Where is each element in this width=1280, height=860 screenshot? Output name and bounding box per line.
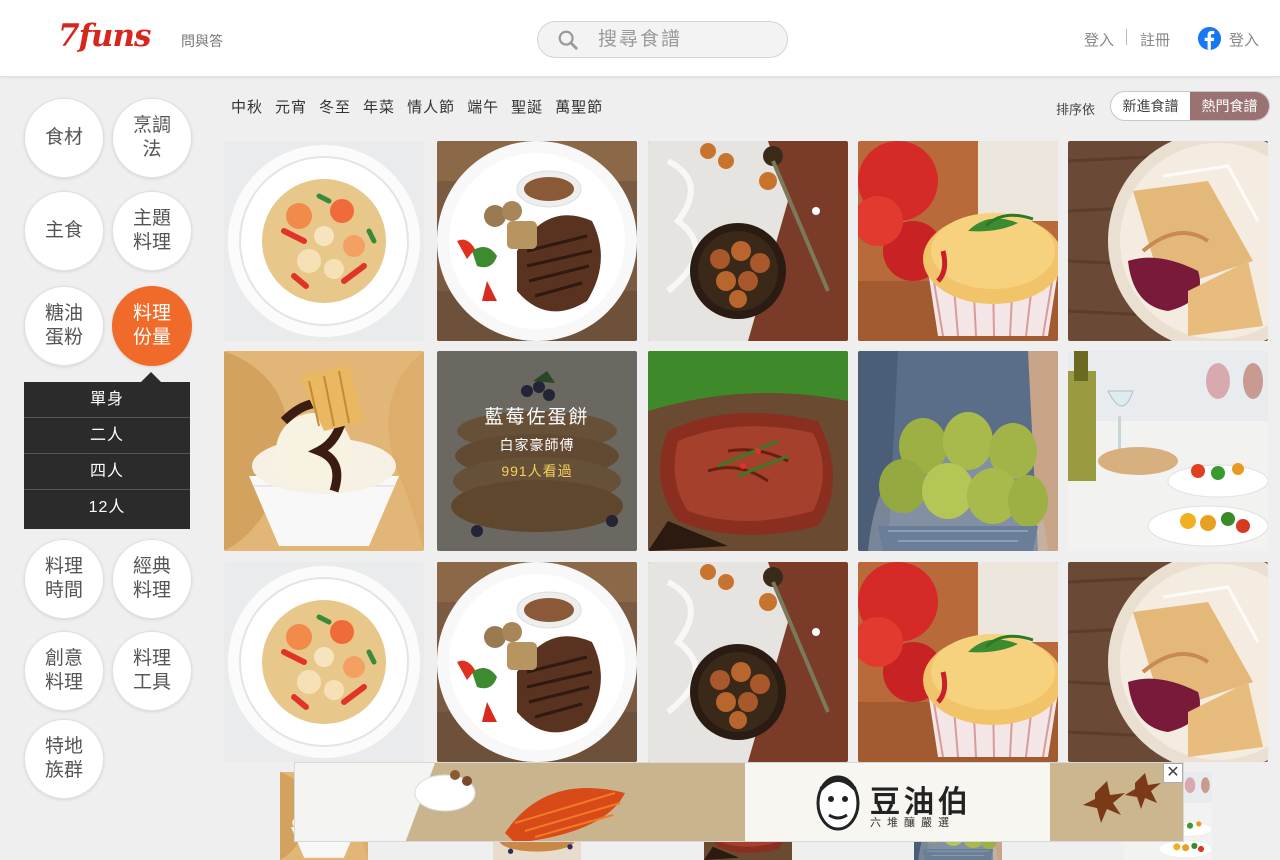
sort-newest-button[interactable]: 新進食譜 bbox=[1111, 92, 1190, 120]
recipe-card-ice-cream[interactable] bbox=[224, 351, 424, 551]
holiday-valentine[interactable]: 情人節 bbox=[407, 96, 455, 117]
category-servings[interactable]: 料理 份量 bbox=[112, 286, 192, 366]
ad-close-button[interactable]: ✕ bbox=[1163, 763, 1183, 783]
holiday-lantern[interactable]: 元宵 bbox=[275, 96, 307, 117]
holiday-halloween[interactable]: 萬聖節 bbox=[555, 96, 603, 117]
search-icon[interactable] bbox=[557, 29, 579, 51]
ad-brand-face-icon bbox=[816, 775, 860, 831]
sort-popular-button[interactable]: 熱門食譜 bbox=[1190, 92, 1269, 120]
submenu-item-four[interactable]: 四人 bbox=[24, 454, 190, 490]
category-cooking-time[interactable]: 料理 時間 bbox=[24, 539, 104, 619]
top-header: 7funs 問與答 登入 註冊 登入 bbox=[0, 0, 1280, 77]
recipe-card-dinner-table[interactable] bbox=[1068, 351, 1268, 551]
recipe-title: 藍莓佐蛋餅 bbox=[484, 406, 590, 428]
category-classic[interactable]: 經典 料理 bbox=[112, 539, 192, 619]
holiday-mid-autumn[interactable]: 中秋 bbox=[231, 96, 263, 117]
recipe-card-pears[interactable] bbox=[858, 351, 1058, 551]
submenu-item-two[interactable]: 二人 bbox=[24, 418, 190, 454]
category-cooking-method[interactable]: 烹調 法 bbox=[112, 98, 192, 178]
servings-submenu: 單身 二人 四人 12人 bbox=[24, 372, 190, 529]
recipe-card-meatballs[interactable] bbox=[648, 141, 848, 341]
login-link[interactable]: 登入 bbox=[1084, 29, 1114, 50]
holiday-dragon-boat[interactable]: 端午 bbox=[467, 96, 499, 117]
holiday-new-year[interactable]: 年菜 bbox=[363, 96, 395, 117]
header-divider bbox=[1126, 29, 1127, 45]
recipe-card-meatballs[interactable] bbox=[648, 562, 848, 762]
recipe-card-muffin[interactable] bbox=[858, 562, 1058, 762]
recipe-card-seafood-pasta[interactable] bbox=[224, 562, 424, 762]
category-tools[interactable]: 料理 工具 bbox=[112, 631, 192, 711]
recipe-card-crepe[interactable] bbox=[1068, 141, 1268, 341]
submenu-item-single[interactable]: 單身 bbox=[24, 382, 190, 418]
site-logo[interactable]: 7funs bbox=[58, 18, 151, 54]
category-theme[interactable]: 主題 料理 bbox=[112, 191, 192, 271]
holiday-nav: 中秋 元宵 冬至 年菜 情人節 端午 聖誕 萬聖節 bbox=[231, 96, 615, 117]
facebook-login-link[interactable]: 登入 bbox=[1229, 29, 1259, 50]
recipe-card-steak[interactable] bbox=[437, 562, 637, 762]
sort-label: 排序依 bbox=[1056, 102, 1096, 117]
holiday-winter-solstice[interactable]: 冬至 bbox=[319, 96, 351, 117]
submenu-item-twelve[interactable]: 12人 bbox=[24, 490, 190, 526]
recipe-card-muffin[interactable] bbox=[858, 141, 1058, 341]
recipe-chef: 白家豪師傅 bbox=[499, 436, 575, 453]
qa-link[interactable]: 問與答 bbox=[181, 31, 223, 51]
recipe-view-count: 991人看過 bbox=[501, 462, 573, 479]
search-box[interactable] bbox=[537, 21, 788, 58]
ad-banner[interactable]: 豆油伯 六堆釀嚴選 bbox=[294, 762, 1184, 842]
category-baking[interactable]: 糖油 蛋粉 bbox=[24, 286, 104, 366]
recipe-card-seafood-pasta[interactable] bbox=[224, 141, 424, 341]
recipe-card-blueberry-pancake[interactable]: 藍莓佐蛋餅 白家豪師傅 991人看過 bbox=[437, 351, 637, 551]
category-special-groups[interactable]: 特地 族群 bbox=[24, 719, 104, 799]
register-link[interactable]: 註冊 bbox=[1140, 29, 1170, 50]
ad-background bbox=[295, 763, 1183, 841]
category-ingredients[interactable]: 食材 bbox=[24, 98, 104, 178]
search-input[interactable] bbox=[598, 28, 768, 52]
recipe-card-steak[interactable] bbox=[437, 141, 637, 341]
facebook-icon[interactable] bbox=[1198, 27, 1221, 50]
recipe-card-crepe[interactable] bbox=[1068, 562, 1268, 762]
category-staple[interactable]: 主食 bbox=[24, 191, 104, 271]
holiday-christmas[interactable]: 聖誕 bbox=[511, 96, 543, 117]
sort-toggle: 新進食譜 熱門食譜 bbox=[1110, 91, 1270, 121]
ad-tagline: 六堆釀嚴選 bbox=[870, 817, 955, 829]
recipe-hover-overlay: 藍莓佐蛋餅 白家豪師傅 991人看過 bbox=[437, 351, 637, 551]
category-creative[interactable]: 創意 料理 bbox=[24, 631, 104, 711]
recipe-card-roast-beef[interactable] bbox=[648, 351, 848, 551]
